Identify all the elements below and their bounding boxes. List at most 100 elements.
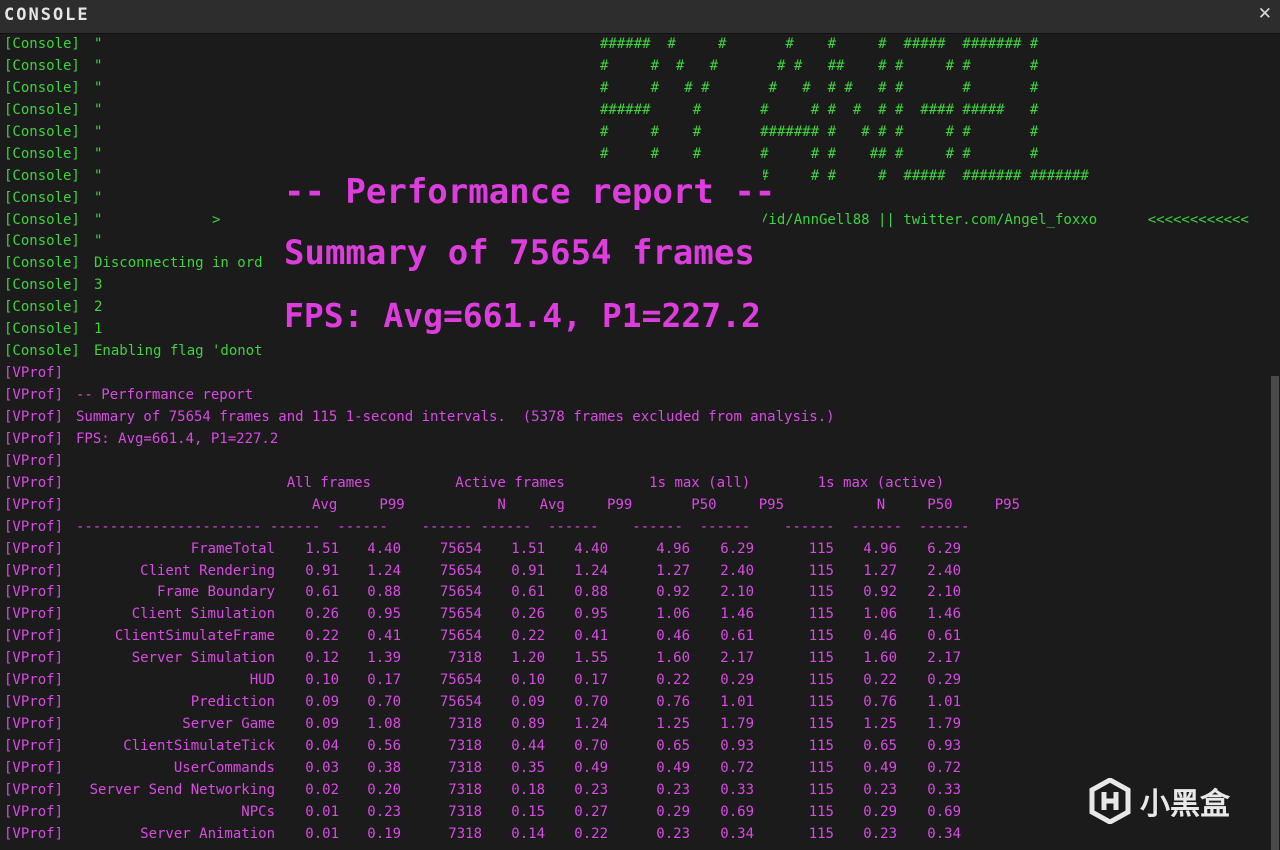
cell-p50: 0.49 bbox=[656, 759, 690, 776]
overlay-heading: -- Performance report -- bbox=[284, 172, 776, 212]
cell-ap95: 1.01 bbox=[927, 694, 961, 711]
table-row: [VProf] UserCommands 0.03 0.38 7318 0.35 0.49 0… bbox=[0, 758, 1270, 780]
cell-an: 115 bbox=[808, 825, 834, 842]
cell-p50: 0.23 bbox=[656, 781, 690, 798]
cell-p50: 0.65 bbox=[656, 738, 690, 754]
line-text: Enabling flag 'donot bbox=[94, 343, 263, 360]
table-row: [VProf] HUD 0.10 0.17 75654 0.10 0.17 0.22 0.29 1… bbox=[0, 670, 1270, 692]
scrollbar-track[interactable] bbox=[1270, 34, 1280, 850]
cell-aavg: 0.26 bbox=[511, 606, 545, 623]
console-line: [Console] " # # # # # # ## # # # # # bbox=[0, 56, 1270, 78]
cell-n: 7318 bbox=[448, 803, 482, 820]
ascii-art: # # # # # # ## # # # # # bbox=[600, 57, 1039, 74]
cell-ap99: 1.55 bbox=[574, 650, 608, 667]
cell-p95: 0.69 bbox=[720, 803, 754, 820]
cell-an: 115 bbox=[808, 584, 834, 601]
cell-ap50: 1.06 bbox=[863, 606, 897, 623]
line-prefix: [Console] bbox=[4, 277, 80, 294]
cell-p99: 0.38 bbox=[367, 759, 401, 776]
cell-p50: 0.22 bbox=[656, 672, 690, 689]
overlay-summary: Summary of 75654 frames and 11 bbox=[284, 233, 755, 273]
cell-n: 7318 bbox=[448, 759, 482, 776]
cell-ap50: 0.92 bbox=[863, 584, 897, 601]
heybox-logo-icon bbox=[1089, 778, 1131, 824]
cell-an: 115 bbox=[808, 759, 834, 776]
cell-p50: 0.76 bbox=[656, 694, 690, 711]
cell-avg: 0.02 bbox=[305, 781, 339, 798]
cell-name: UserCommands bbox=[173, 759, 275, 776]
console-line: [Console] " ###### # # # # # ##### #######… bbox=[0, 34, 1270, 56]
cell-name: Prediction bbox=[190, 694, 275, 711]
line-text: Summary of 75654 frames and 115 1-second… bbox=[76, 408, 835, 425]
cell-p95: 0.93 bbox=[720, 738, 754, 754]
line-text: Disconnecting in ord bbox=[94, 255, 263, 272]
line-prefix: [VProf] bbox=[4, 562, 64, 579]
line-prefix: [Console] bbox=[4, 101, 80, 118]
cell-ap50: 0.22 bbox=[863, 672, 897, 689]
cell-ap95: 6.29 bbox=[927, 540, 961, 557]
cell-avg: 0.12 bbox=[305, 650, 339, 667]
cell-ap99: 1.24 bbox=[574, 716, 608, 733]
cell-p99: 0.95 bbox=[367, 606, 401, 623]
cell-ap99: 0.70 bbox=[574, 694, 608, 711]
line-text: 1 bbox=[94, 321, 103, 338]
ascii-art: ###### # # # # # # # #### ##### # bbox=[600, 101, 1039, 118]
ascii-art: # # # # # # # # # # # # bbox=[600, 79, 1039, 96]
cell-p50: 0.23 bbox=[656, 825, 690, 842]
vprof-line: [VProf] FPS: Avg=661.4, P1=227.2 bbox=[0, 429, 1270, 451]
cell-aavg: 0.15 bbox=[511, 803, 545, 820]
line-prefix: [VProf] bbox=[4, 408, 64, 425]
console-output[interactable]: [Console] " ###### # # # # # ##### #######… bbox=[0, 34, 1270, 850]
cell-ap95: 0.34 bbox=[927, 825, 961, 842]
line-text: " bbox=[94, 189, 103, 206]
cell-n: 75654 bbox=[439, 584, 482, 601]
line-prefix: [VProf] bbox=[4, 606, 64, 623]
cell-an: 115 bbox=[808, 672, 834, 689]
cell-ap50: 0.23 bbox=[863, 825, 897, 842]
line-prefix: [VProf] bbox=[4, 716, 64, 733]
line-prefix: [Console] bbox=[4, 299, 80, 316]
line-prefix: [VProf] bbox=[4, 387, 64, 403]
line-prefix: [VProf] bbox=[4, 825, 64, 842]
cell-avg: 0.61 bbox=[305, 584, 339, 601]
line-text: " bbox=[94, 167, 103, 184]
cell-an: 115 bbox=[808, 716, 834, 733]
watermark-text: 小黑盒 bbox=[1140, 787, 1230, 822]
cell-ap50: 1.27 bbox=[863, 562, 897, 579]
line-prefix: [VProf] bbox=[4, 518, 64, 535]
scrollbar-thumb[interactable] bbox=[1271, 376, 1279, 850]
cell-avg: 0.04 bbox=[305, 738, 339, 754]
cell-an: 115 bbox=[808, 694, 834, 711]
line-prefix: [VProf] bbox=[4, 496, 64, 513]
close-icon[interactable]: ✕ bbox=[1258, 4, 1272, 24]
line-prefix: [VProf] bbox=[4, 650, 64, 667]
cell-ap50: 0.23 bbox=[863, 781, 897, 798]
table-row: [VProf] FrameTotal 1.51 4.40 75654 1.51 4.40 4.… bbox=[0, 539, 1270, 561]
cell-ap95: 1.46 bbox=[927, 606, 961, 623]
cell-n: 7318 bbox=[448, 650, 482, 667]
cell-avg: 1.51 bbox=[305, 540, 339, 557]
line-text: " bbox=[94, 101, 103, 118]
table-row: [VProf] Client Simulation 0.26 0.95 75654 0.2… bbox=[0, 604, 1270, 626]
console-line: [Console] " # # # ####### # # # # # # # bbox=[0, 122, 1270, 144]
cell-p99: 0.17 bbox=[367, 672, 401, 689]
cell-p50: 1.27 bbox=[656, 562, 690, 579]
cell-p50: 1.25 bbox=[656, 716, 690, 733]
console-line: [Console] " ###### # # # # # # # #### ####… bbox=[0, 100, 1270, 122]
cell-name: Server Animation bbox=[140, 825, 275, 842]
cell-ap99: 0.22 bbox=[574, 825, 608, 842]
cell-ap95: 0.69 bbox=[927, 803, 961, 820]
line-prefix: [Console] bbox=[4, 189, 80, 206]
cell-aavg: 0.91 bbox=[511, 562, 545, 579]
cell-avg: 0.03 bbox=[305, 759, 339, 776]
cell-aavg: 0.14 bbox=[511, 825, 545, 842]
cell-n: 75654 bbox=[439, 628, 482, 645]
cell-p95: 1.46 bbox=[720, 606, 754, 623]
cell-ap99: 4.40 bbox=[574, 540, 608, 557]
cell-aavg: 0.35 bbox=[511, 759, 545, 776]
vprof-line: [VProf] Summary of 75654 frames and 115 1… bbox=[0, 407, 1270, 429]
cell-aavg: 0.09 bbox=[511, 694, 545, 711]
line-prefix: [VProf] bbox=[4, 365, 64, 382]
cell-an: 115 bbox=[808, 738, 834, 754]
line-prefix: [VProf] bbox=[4, 628, 64, 645]
